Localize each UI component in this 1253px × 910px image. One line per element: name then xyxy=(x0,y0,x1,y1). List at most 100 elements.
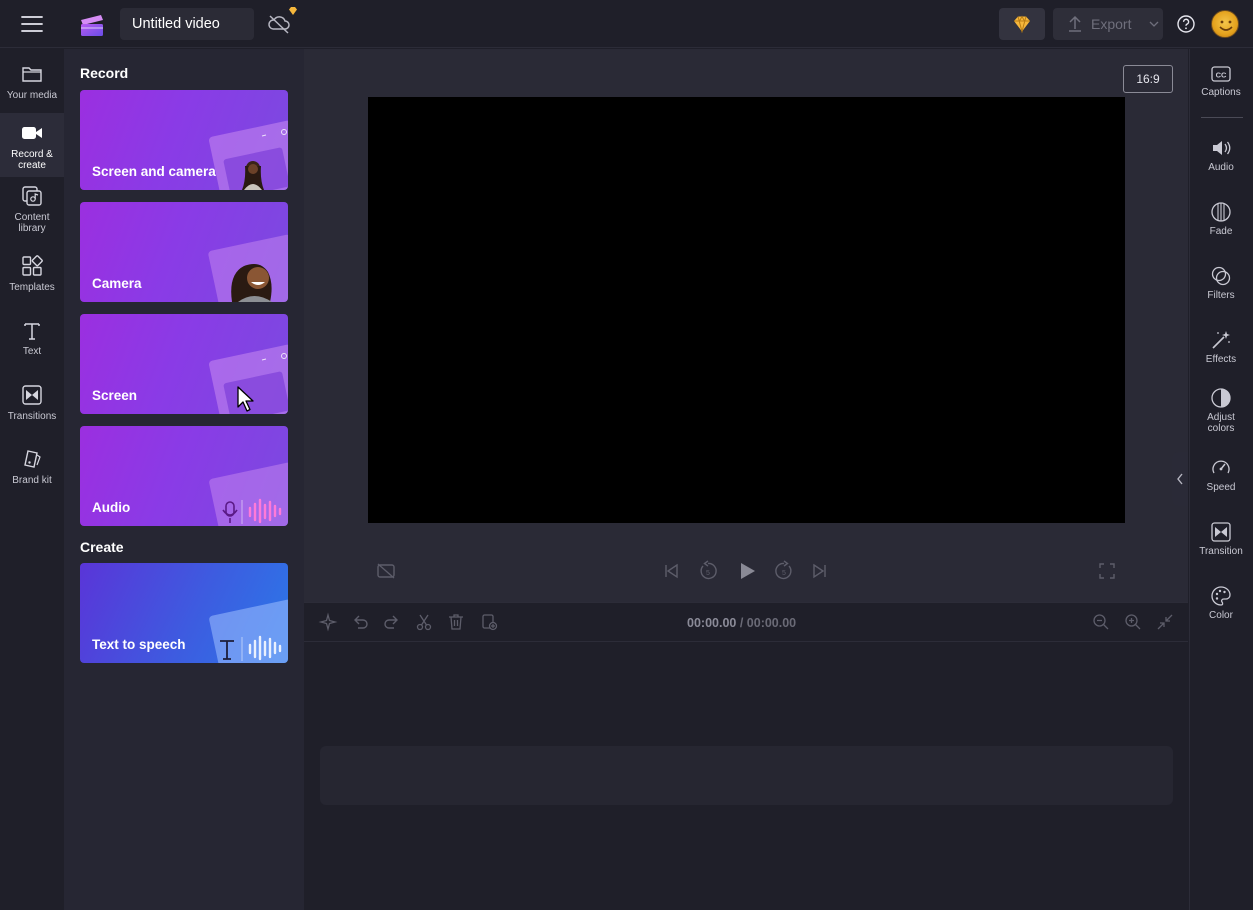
nav-transitions[interactable]: Transitions xyxy=(0,383,64,445)
section-title-record: Record xyxy=(80,65,129,81)
camera-icon xyxy=(22,127,42,139)
rail-label: Audio xyxy=(1208,162,1234,173)
help-icon[interactable] xyxy=(1176,14,1196,34)
templates-icon xyxy=(22,255,43,276)
filters-icon xyxy=(1211,266,1231,286)
delete-icon[interactable] xyxy=(446,612,466,632)
rail-color[interactable]: Color xyxy=(1189,585,1253,621)
rail-label: Speed xyxy=(1206,482,1236,493)
card-label: Screen xyxy=(92,388,138,403)
skip-back-icon[interactable] xyxy=(662,562,680,580)
rail-label: Captions xyxy=(1201,87,1241,98)
total-time: / 00:00.00 xyxy=(739,616,797,630)
rail-audio[interactable]: Audio xyxy=(1189,137,1253,173)
current-time: 00:00.00 xyxy=(687,616,737,630)
project-title-input[interactable]: Untitled video xyxy=(120,8,254,40)
nav-record-create[interactable]: Record & create xyxy=(0,113,64,177)
nav-text[interactable]: Text xyxy=(0,320,64,382)
aspect-ratio-button[interactable]: 16:9 xyxy=(1123,65,1173,93)
chevron-down-icon xyxy=(1149,21,1159,27)
content-library-icon xyxy=(22,186,42,206)
speed-icon xyxy=(1212,460,1230,474)
card-label: Audio xyxy=(92,500,131,515)
skip-forward-icon[interactable] xyxy=(811,562,829,580)
user-avatar[interactable] xyxy=(1211,10,1239,38)
nav-templates[interactable]: Templates xyxy=(0,254,64,316)
zoom-in-icon[interactable] xyxy=(1123,612,1143,632)
collapse-right-panel-button[interactable] xyxy=(1172,452,1188,506)
section-title-create: Create xyxy=(80,539,124,555)
rail-label: Color xyxy=(1209,610,1233,621)
adjust-colors-icon xyxy=(1211,388,1231,408)
rail-effects[interactable]: Effects xyxy=(1189,329,1253,365)
redo-icon[interactable] xyxy=(382,612,402,632)
rail-separator xyxy=(1201,117,1243,118)
hide-preview-icon[interactable] xyxy=(376,562,396,580)
record-create-panel: Record Screen and camera Camera Screen A… xyxy=(64,49,304,910)
rail-label: Filters xyxy=(1207,290,1235,301)
menu-icon[interactable] xyxy=(18,12,46,36)
top-bar: Untitled video Export xyxy=(0,0,1253,48)
card-screen-and-camera[interactable]: Screen and camera xyxy=(80,90,288,190)
card-label: Screen and camera xyxy=(92,164,216,179)
svg-text:5: 5 xyxy=(706,570,710,577)
premium-gem-icon xyxy=(1014,15,1030,33)
nav-content-library[interactable]: Content library xyxy=(0,184,64,246)
rail-fade[interactable]: Fade xyxy=(1189,201,1253,237)
export-label: Export xyxy=(1091,16,1132,32)
brand-kit-icon xyxy=(24,450,41,468)
card-text-to-speech[interactable]: Text to speech xyxy=(80,563,288,663)
card-camera[interactable]: Camera xyxy=(80,202,288,302)
card-screen[interactable]: Screen xyxy=(80,314,288,414)
scissors-icon[interactable] xyxy=(414,612,434,632)
rail-transition[interactable]: Transition xyxy=(1189,521,1253,557)
video-preview[interactable] xyxy=(368,97,1125,523)
rail-speed[interactable]: Speed xyxy=(1189,457,1253,493)
rail-label: Transition xyxy=(1199,546,1243,557)
nav-label: Record & create xyxy=(11,149,53,171)
folder-icon xyxy=(22,67,42,82)
fullscreen-icon[interactable] xyxy=(1098,562,1116,580)
rewind-5-icon[interactable]: 5 xyxy=(697,560,719,582)
audio-illustration xyxy=(209,462,288,526)
magic-wand-icon xyxy=(1212,331,1230,349)
card-audio[interactable]: Audio xyxy=(80,426,288,526)
nav-label: Your media xyxy=(6,90,58,101)
screen-camera-illustration xyxy=(209,120,288,190)
undo-icon[interactable] xyxy=(350,612,370,632)
upload-icon xyxy=(1069,15,1081,32)
rail-filters[interactable]: Filters xyxy=(1189,265,1253,301)
text-icon xyxy=(24,323,40,340)
export-button[interactable]: Export xyxy=(1053,8,1163,40)
fade-icon xyxy=(1211,202,1231,222)
zoom-out-icon[interactable] xyxy=(1091,612,1111,632)
play-icon[interactable] xyxy=(736,560,758,582)
premium-gem-icon xyxy=(288,6,298,16)
svg-text:CC: CC xyxy=(1216,71,1227,80)
svg-text:5: 5 xyxy=(782,570,786,577)
premium-button[interactable] xyxy=(999,8,1045,40)
palette-icon xyxy=(1211,586,1231,606)
rail-captions[interactable]: CC Captions xyxy=(1189,64,1253,98)
captions-icon: CC xyxy=(1211,66,1231,82)
timeline-track[interactable] xyxy=(320,746,1173,805)
camera-illustration xyxy=(208,234,288,302)
nav-label: Text xyxy=(22,346,42,357)
nav-label: Content library xyxy=(14,212,50,234)
mouse-cursor-icon xyxy=(237,386,254,412)
nav-label: Brand kit xyxy=(12,475,52,486)
card-label: Camera xyxy=(92,276,142,291)
rail-label: Fade xyxy=(1209,226,1233,237)
fit-timeline-icon[interactable] xyxy=(1155,612,1175,632)
transitions-icon xyxy=(22,385,42,405)
nav-label: Transitions xyxy=(7,411,57,422)
transition-icon xyxy=(1211,522,1231,542)
clipchamp-logo[interactable] xyxy=(78,11,106,37)
magic-sparkle-icon[interactable] xyxy=(318,612,338,632)
rail-adjust-colors[interactable]: Adjust colors xyxy=(1189,387,1253,434)
nav-brand-kit[interactable]: Brand kit xyxy=(0,446,64,508)
nav-label: Templates xyxy=(9,282,55,293)
duplicate-icon[interactable] xyxy=(479,612,499,632)
timecode: 00:00.00 / 00:00.00 xyxy=(687,616,796,630)
forward-5-icon[interactable]: 5 xyxy=(773,560,795,582)
